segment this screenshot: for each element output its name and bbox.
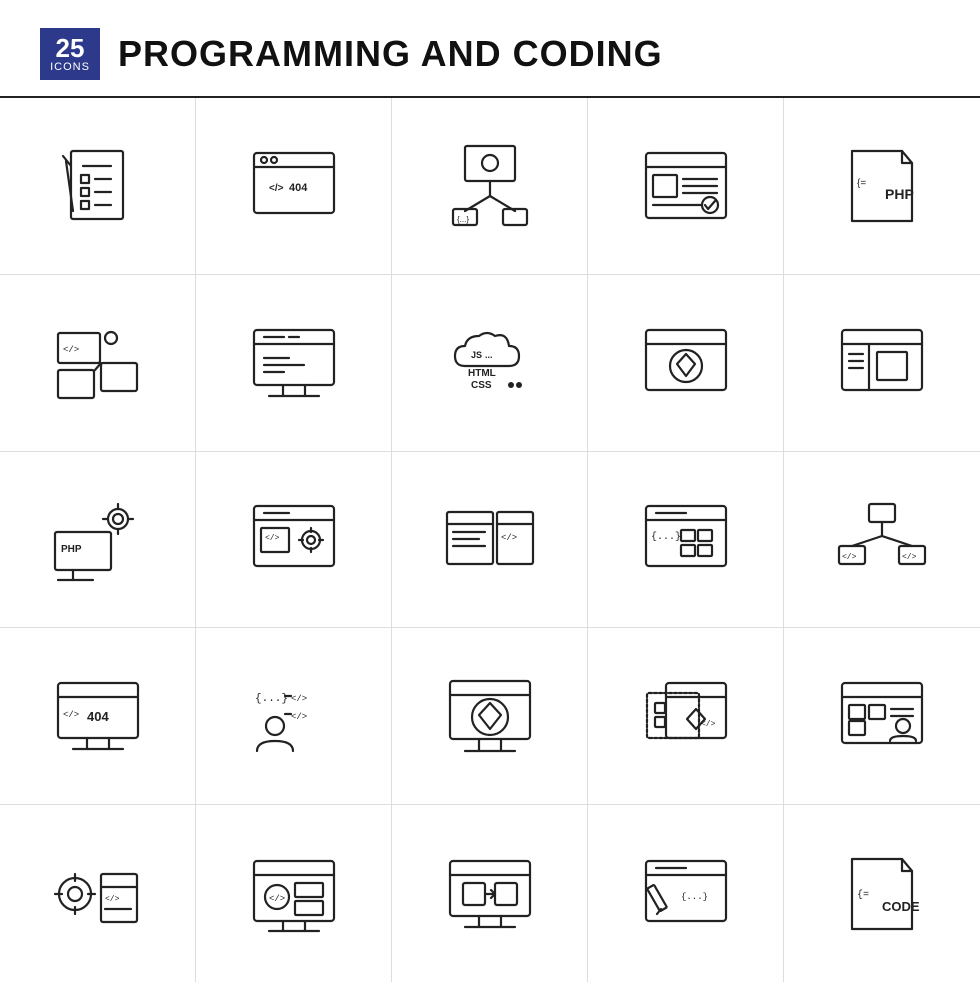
svg-text:</>: </> — [291, 712, 307, 722]
cell-browser-gear: </> — [196, 452, 392, 629]
svg-text:</>: </> — [291, 694, 307, 704]
cell-browser-circle-layout: </> — [196, 805, 392, 982]
svg-text:404: 404 — [289, 182, 308, 194]
cell-monitor-code — [196, 275, 392, 452]
cell-code-file: {= CODE — [784, 805, 980, 982]
svg-text:{...}: {...} — [651, 531, 681, 543]
svg-text:</>: </> — [902, 553, 917, 562]
svg-text:{=: {= — [857, 178, 866, 189]
header: 25 ICONS PROGRAMMING AND CODING — [0, 0, 980, 98]
cell-browser-curly-grid: {...} — [588, 452, 784, 629]
cell-hierarchy-code: </> </> — [784, 452, 980, 629]
svg-text:PHP: PHP — [885, 186, 914, 202]
svg-text:</>: </> — [701, 720, 716, 729]
cell-browser-pencil-code: {...} — [588, 805, 784, 982]
badge-number: 25 — [56, 35, 85, 61]
cell-article-check — [588, 98, 784, 275]
svg-text:CSS: CSS — [471, 380, 492, 391]
svg-text:</>: </> — [63, 710, 79, 720]
svg-text:</>: </> — [105, 895, 120, 904]
cell-browser-diamond — [588, 275, 784, 452]
svg-text:</>: </> — [842, 553, 857, 562]
icon-grid: </> 404 {...} — [0, 98, 980, 982]
cell-monitor-diagram — [392, 805, 588, 982]
cell-browser-diamond-code: </> — [588, 628, 784, 805]
svg-text:</>: </> — [269, 894, 285, 904]
svg-text:{=: {= — [857, 889, 869, 901]
svg-text:</>: </> — [63, 345, 79, 355]
cell-code-person: {...} </> </> — [196, 628, 392, 805]
svg-text:...: ... — [485, 350, 493, 360]
cell-network-diagram: {...} — [392, 98, 588, 275]
svg-text:CODE: CODE — [882, 899, 920, 914]
page-title: PROGRAMMING AND CODING — [118, 33, 663, 75]
badge: 25 ICONS — [40, 28, 100, 80]
cell-browser-sidebar — [784, 275, 980, 452]
cell-monitor-404: </> 404 — [0, 628, 196, 805]
cell-browser-404: </> 404 — [196, 98, 392, 275]
svg-text:PHP: PHP — [61, 544, 82, 555]
svg-text:</>: </> — [501, 533, 517, 543]
svg-text:{...}: {...} — [255, 693, 288, 705]
badge-label: ICONS — [50, 61, 90, 73]
svg-text:</>: </> — [265, 534, 280, 543]
cell-browser-person — [784, 628, 980, 805]
svg-text:{...}: {...} — [681, 892, 708, 902]
cell-cloud-js-html-css: JS ... HTML CSS — [392, 275, 588, 452]
cell-responsive-design: </> — [0, 275, 196, 452]
cell-code-editor-split: </> — [392, 452, 588, 629]
cell-checklist-pencil — [0, 98, 196, 275]
svg-text:JS: JS — [471, 350, 482, 360]
svg-text:{...}: {...} — [457, 215, 469, 224]
svg-text:HTML: HTML — [468, 368, 496, 379]
cell-monitor-diamond — [392, 628, 588, 805]
cell-gear-code-file: </> — [0, 805, 196, 982]
cell-php-monitor-gear: PHP — [0, 452, 196, 629]
svg-text:404: 404 — [87, 709, 109, 724]
svg-text:</>: </> — [269, 183, 284, 194]
cell-php-file: {= PHP — [784, 98, 980, 275]
